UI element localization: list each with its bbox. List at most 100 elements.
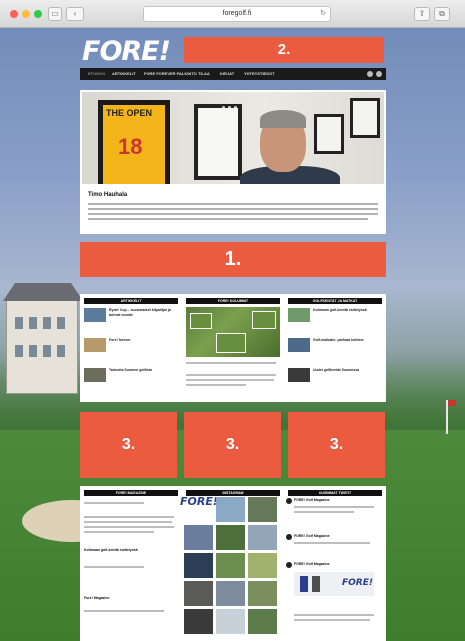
instagram-photo[interactable]	[248, 553, 277, 578]
flag-text: THE OPEN	[106, 108, 153, 118]
hero-excerpt-line	[88, 213, 378, 215]
close-window-icon[interactable]	[10, 10, 18, 18]
website-page: FORE! 2. ETUSIVU ARTIKKELIT FORE FOREVER…	[80, 36, 386, 641]
carousel-dot[interactable]	[228, 106, 231, 109]
instagram-photo[interactable]	[184, 609, 213, 634]
instagram-photo[interactable]	[248, 497, 277, 522]
hero-headline[interactable]: Timo Hauhala	[88, 192, 127, 198]
list-item[interactable]: Uudet golfkentät Suomessa	[288, 368, 382, 388]
hero-excerpt-line	[88, 208, 378, 210]
inset-photo	[252, 311, 276, 329]
address-bar[interactable]: foregolf.fi ↻	[143, 6, 331, 22]
tweet-image-logo: FORE!	[342, 578, 373, 588]
twitter-avatar	[286, 534, 292, 540]
list-item[interactable]: Kotimaan golf-kenttä esittelyssä	[288, 308, 382, 328]
article-thumbnail	[84, 368, 106, 382]
instagram-photo[interactable]	[184, 525, 213, 550]
main-nav: ETUSIVU ARTIKKELIT FORE FOREVER PALKINTO…	[80, 68, 386, 80]
facebook-icon[interactable]	[367, 71, 373, 77]
tabs-overview-icon[interactable]: ⧉	[434, 7, 450, 21]
tweet-image-figure	[312, 576, 320, 592]
tweet-author: FORE! Golf Magazine	[294, 534, 330, 538]
back-forward-icon[interactable]: ‹	[66, 7, 84, 21]
sidebar-toggle-icon[interactable]: ▭	[48, 7, 62, 21]
text-line	[294, 619, 370, 621]
minimize-window-icon[interactable]	[22, 10, 30, 18]
column-header: UUSIMMAT TWIITIT	[288, 490, 382, 496]
tweet-item[interactable]: FORE! Golf Magazine FORE!	[286, 562, 380, 602]
instagram-photo[interactable]	[216, 553, 245, 578]
wall-frame	[194, 104, 242, 180]
person-hair	[260, 110, 306, 128]
nav-item-kirjat[interactable]: KIRJAT	[220, 68, 234, 80]
wall-frame-small	[350, 98, 380, 138]
share-icon[interactable]: ⇪	[414, 7, 430, 21]
hero-image: THE OPEN 18	[82, 92, 384, 184]
zoom-window-icon[interactable]	[34, 10, 42, 18]
tweet-image[interactable]: FORE!	[294, 572, 374, 596]
text-line	[84, 516, 174, 518]
articles-column: ARTIKKELIT Ryder Cup – suomalaiset kilpa…	[84, 298, 178, 398]
clubhouse-window	[29, 345, 37, 357]
callout-3-left: 3.	[80, 412, 177, 478]
instagram-photo[interactable]	[216, 609, 245, 634]
instagram-icon[interactable]	[376, 71, 382, 77]
hero-article[interactable]: THE OPEN 18 Timo Hauhala	[80, 90, 386, 234]
column-header: ARTIKKELIT	[84, 298, 178, 304]
articles-section: ARTIKKELIT Ryder Cup – suomalaiset kilpa…	[80, 294, 386, 402]
magazine-item-title[interactable]: Kotimaan golf-kenttä esittelyssä	[84, 548, 174, 553]
carousel-indicator[interactable]	[222, 96, 240, 114]
hero-excerpt-line	[88, 203, 378, 205]
nav-item-fore-forever[interactable]: FORE FOREVER PALKINTO	[144, 68, 197, 80]
article-thumbnail	[288, 338, 310, 352]
carousel-dot[interactable]	[234, 106, 237, 109]
article-thumbnail	[288, 308, 310, 322]
text-line	[84, 521, 172, 523]
text-line	[84, 502, 144, 504]
text-line	[84, 526, 174, 528]
instagram-photo[interactable]	[184, 581, 213, 606]
callout-2: 2.	[184, 37, 384, 63]
article-thumbnail	[84, 338, 106, 352]
list-item[interactable]: Fore! forever	[84, 338, 178, 358]
text-line	[84, 531, 154, 533]
clubhouse-window	[57, 317, 65, 329]
nav-item-tilaa[interactable]: TILAA	[198, 68, 210, 80]
instagram-photo[interactable]	[248, 609, 277, 634]
wall-frame-inner	[353, 101, 377, 135]
magazine-item-title[interactable]: Fore! Magazine	[84, 596, 174, 601]
callout-3-right: 3.	[288, 412, 385, 478]
nav-item-artikkelit[interactable]: ARTIKKELIT	[112, 68, 136, 80]
article-title: Ryder Cup – suomalaiset kilpailijat ja t…	[109, 308, 171, 317]
instagram-photo[interactable]	[216, 581, 245, 606]
instagram-photo[interactable]	[216, 525, 245, 550]
instagram-photo[interactable]	[248, 525, 277, 550]
courses-column: GOLFKENTÄT JA MATKAT Kotimaan golf-kentt…	[288, 298, 382, 398]
nav-item-yhteystiedot[interactable]: YHTEYSTIEDOT	[244, 68, 275, 80]
browser-titlebar: ▭ ‹ foregolf.fi ↻ ⇪ ⧉	[0, 0, 465, 28]
article-title: Kotimaan golf-kenttä esittelyssä	[313, 308, 367, 312]
clubhouse-roof	[3, 283, 83, 301]
address-text: foregolf.fi	[222, 10, 252, 17]
text-line	[186, 384, 246, 386]
instagram-photo[interactable]	[216, 497, 245, 522]
reload-icon[interactable]: ↻	[320, 7, 326, 21]
list-item[interactable]: Tarinoita Suomen golfista	[84, 368, 178, 388]
tweet-item[interactable]: FORE! Golf Magazine	[286, 498, 380, 530]
carousel-dot[interactable]	[222, 106, 225, 109]
featured-image[interactable]	[186, 307, 280, 357]
column-header: GOLFKENTÄT JA MATKAT	[288, 298, 382, 304]
instagram-photo[interactable]	[184, 553, 213, 578]
text-line	[294, 511, 354, 513]
nav-item-etusivu[interactable]: ETUSIVU	[88, 68, 105, 80]
bottom-section: FORE! MAGAZINE Kotimaan golf-kenttä esit…	[80, 486, 386, 641]
text-line	[294, 542, 370, 544]
clubhouse-image	[3, 283, 83, 394]
list-item[interactable]: Golf-matkailu: parhaat kohteet	[288, 338, 382, 358]
text-line	[294, 506, 374, 508]
list-item[interactable]: Ryder Cup – suomalaiset kilpailijat ja t…	[84, 308, 178, 328]
text-line	[186, 374, 276, 376]
text-line	[186, 379, 274, 381]
instagram-photo[interactable]	[248, 581, 277, 606]
site-logo[interactable]: FORE!	[82, 38, 171, 66]
